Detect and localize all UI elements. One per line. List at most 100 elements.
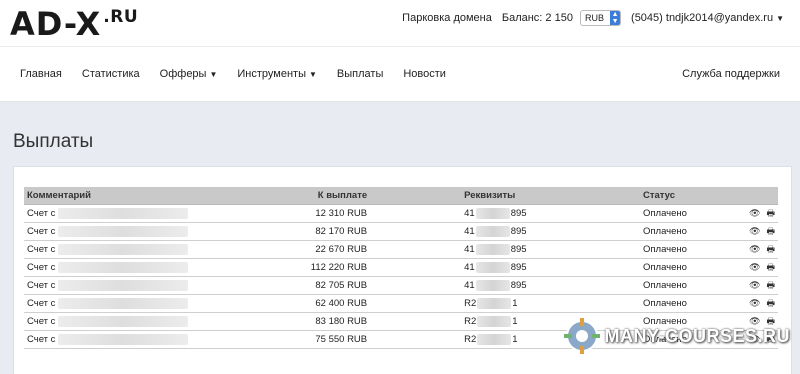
nav-item-tools[interactable]: Инструменты ▼ xyxy=(237,68,317,80)
main-nav: Главная Статистика Офферы ▼ Инструменты ▼ … xyxy=(0,46,800,102)
row-requisites: 41 895 xyxy=(412,258,640,277)
redacted-block xyxy=(58,225,189,237)
row-actions: 👁 🖶 xyxy=(740,204,778,223)
row-amount: 62 400 RUB xyxy=(261,294,413,313)
caret-down-icon: ▼ xyxy=(776,14,784,23)
redacted-block xyxy=(58,261,189,273)
parking-domain-link[interactable]: Парковка домена xyxy=(402,12,492,24)
req-prefix: 41 xyxy=(464,244,475,255)
comment-text: Счет с xyxy=(27,316,56,327)
watermark-logo-icon xyxy=(564,318,601,354)
row-actions: 👁 🖶 xyxy=(740,258,778,277)
redacted-block xyxy=(477,297,512,309)
account-bar: Парковка домена Баланс: 2 150 RUB ▲ ▼ (50… xyxy=(402,10,784,26)
watermark-text: MANY-COURSES.RU xyxy=(604,325,790,346)
balance-label: Баланс: 2 150 xyxy=(501,12,573,24)
brand-logo[interactable]: AD-X .RU xyxy=(10,4,138,50)
nav-item-tools-label: Инструменты xyxy=(237,68,306,80)
row-comment: Счет с xyxy=(24,276,262,295)
redacted-block xyxy=(58,243,189,255)
select-arrows-icon: ▲ ▼ xyxy=(610,11,621,25)
nav-item-payouts[interactable]: Выплаты xyxy=(337,68,383,80)
row-requisites: 41 895 xyxy=(412,222,640,241)
table-row: Счет с 62 400 RUB R2 1 Оплачено 👁 🖶 xyxy=(24,294,778,313)
caret-down-icon: ▼ xyxy=(209,70,218,79)
print-icon[interactable]: 🖶 xyxy=(767,296,776,312)
nav-item-offers-label: Офферы xyxy=(159,68,207,80)
user-menu[interactable]: (5045) tndjk2014@yandex.ru ▼ xyxy=(631,12,784,24)
row-comment: Счет с xyxy=(24,204,262,223)
eye-icon[interactable]: 👁 xyxy=(749,226,760,237)
comment-text: Счет с xyxy=(27,262,56,273)
table-row: Счет с 12 310 RUB 41 895 Оплачено 👁 🖶 xyxy=(24,204,778,223)
row-requisites: 41 895 xyxy=(412,240,640,259)
nav-item-statistics[interactable]: Статистика xyxy=(82,68,140,80)
redacted-block xyxy=(477,333,512,345)
row-amount: 82 705 RUB xyxy=(261,276,413,295)
print-icon[interactable]: 🖶 xyxy=(767,224,776,240)
row-amount: 82 170 RUB xyxy=(261,222,413,241)
row-requisites: 41 895 xyxy=(412,276,640,295)
currency-value: RUB xyxy=(585,13,605,23)
logo-main: AD-X xyxy=(10,5,102,43)
redacted-block xyxy=(475,261,510,273)
col-amount: К выплате xyxy=(261,187,413,205)
print-icon[interactable]: 🖶 xyxy=(767,278,776,294)
req-prefix: 41 xyxy=(464,262,475,273)
redacted-block xyxy=(58,207,189,219)
caret-down-icon: ▼ xyxy=(308,70,317,79)
redacted-block xyxy=(58,297,189,309)
req-suffix: 895 xyxy=(510,208,527,219)
row-status: Оплачено xyxy=(640,258,741,277)
table-row: Счет с 82 705 RUB 41 895 Оплачено 👁 🖶 xyxy=(24,276,778,295)
comment-text: Счет с xyxy=(27,298,56,309)
comment-text: Счет с xyxy=(27,208,56,219)
eye-icon[interactable]: 👁 xyxy=(749,262,760,273)
row-actions: 👁 🖶 xyxy=(740,276,778,295)
row-requisites: 41 895 xyxy=(412,204,640,223)
req-prefix: R2 xyxy=(464,334,477,345)
print-icon[interactable]: 🖶 xyxy=(767,260,776,276)
nav-item-news[interactable]: Новости xyxy=(403,68,446,80)
row-requisites: R2 1 xyxy=(412,294,640,313)
row-comment: Счет с xyxy=(24,222,262,241)
nav-item-offers[interactable]: Офферы ▼ xyxy=(160,68,218,80)
print-icon[interactable]: 🖶 xyxy=(767,206,776,222)
comment-text: Счет с xyxy=(27,244,56,255)
comment-text: Счет с xyxy=(27,280,56,291)
req-prefix: 41 xyxy=(464,280,475,291)
redacted-block xyxy=(475,279,510,291)
print-icon[interactable]: 🖶 xyxy=(767,242,776,258)
row-status: Оплачено xyxy=(640,222,741,241)
row-comment: Счет с xyxy=(24,312,262,331)
redacted-block xyxy=(475,243,510,255)
support-link[interactable]: Служба поддержки xyxy=(682,68,780,80)
row-status: Оплачено xyxy=(640,204,741,223)
req-prefix: R2 xyxy=(464,316,477,327)
redacted-block xyxy=(58,315,189,327)
redacted-block xyxy=(475,207,510,219)
col-requisites: Реквизиты xyxy=(412,187,640,205)
redacted-block xyxy=(475,225,510,237)
eye-icon[interactable]: 👁 xyxy=(749,208,760,219)
row-comment: Счет с xyxy=(24,258,262,277)
eye-icon[interactable]: 👁 xyxy=(749,244,760,255)
req-suffix: 895 xyxy=(510,226,527,237)
currency-select[interactable]: RUB ▲ ▼ xyxy=(580,10,622,26)
table-header-row: Комментарий К выплате Реквизиты Статус xyxy=(24,187,778,205)
redacted-block xyxy=(58,279,189,291)
req-suffix: 895 xyxy=(510,244,527,255)
logo-suffix: .RU xyxy=(103,7,139,27)
row-status: Оплачено xyxy=(640,294,741,313)
table-row: Счет с 112 220 RUB 41 895 Оплачено 👁 🖶 xyxy=(24,258,778,277)
req-suffix: 1 xyxy=(512,316,518,327)
req-prefix: R2 xyxy=(464,298,477,309)
watermark: MANY-COURSES.RU xyxy=(564,318,790,354)
row-comment: Счет с xyxy=(24,330,262,349)
row-amount: 12 310 RUB xyxy=(261,204,413,223)
req-prefix: 41 xyxy=(464,226,475,237)
eye-icon[interactable]: 👁 xyxy=(749,280,760,291)
nav-item-home[interactable]: Главная xyxy=(20,68,62,80)
eye-icon[interactable]: 👁 xyxy=(749,298,760,309)
row-status: Оплачено xyxy=(640,240,741,259)
